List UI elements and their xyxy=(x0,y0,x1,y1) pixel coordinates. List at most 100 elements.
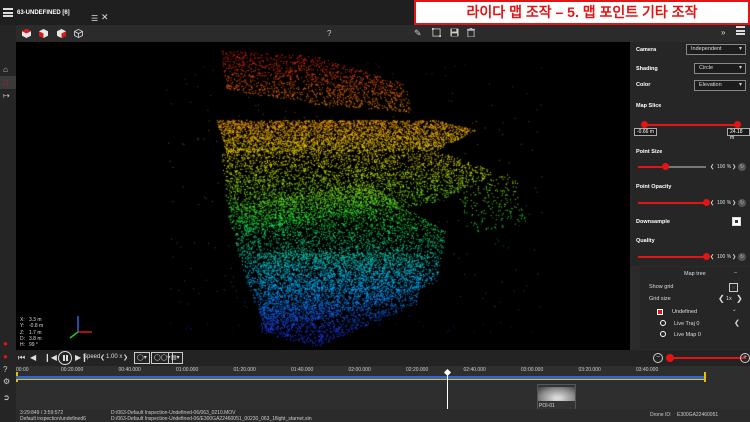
map-slice-max-handle[interactable] xyxy=(734,121,741,128)
timeline-tick-label: 01:40.000 xyxy=(291,367,314,373)
grid-size-label: Grid size xyxy=(649,296,671,302)
logout-icon[interactable]: ➲ xyxy=(3,393,10,402)
tree-item-undefined[interactable]: Undefined xyxy=(672,309,697,315)
gear-icon[interactable]: ⚙ xyxy=(3,377,10,386)
grid-size-value: 1x xyxy=(726,296,732,302)
point-opacity-arrow-right[interactable]: ❯ xyxy=(732,200,736,206)
undefined-layer-icon[interactable] xyxy=(657,309,663,315)
quality-label: Quality xyxy=(636,238,655,244)
color-select[interactable]: Elevation xyxy=(694,80,746,91)
camera-select[interactable]: Independent xyxy=(686,44,746,55)
point-cloud-viewport[interactable]: X: 3.3 m Y: -0.8 m Z: 1.7 m D: 3.8 m H: 99 ° xyxy=(16,42,630,350)
cursor-coordinates: X: 3.3 m Y: -0.8 m Z: 1.7 m D: 3.8 m H: 99 ° xyxy=(20,317,43,348)
point-opacity-arrow-left[interactable]: ❮ xyxy=(710,200,714,206)
save-icon[interactable] xyxy=(450,28,459,37)
axis-gizmo-icon xyxy=(69,316,92,339)
help-icon[interactable]: ? xyxy=(327,29,331,38)
timeline-tick-label: 02:40.000 xyxy=(463,367,486,373)
map-tree-collapse-icon[interactable]: – xyxy=(734,270,737,276)
playhead[interactable] xyxy=(447,372,448,412)
point-size-arrow-right[interactable]: ❯ xyxy=(732,164,736,170)
step-back-frame-icon[interactable]: ❙◀ xyxy=(44,353,57,362)
pencil-icon[interactable]: ✎ xyxy=(414,28,422,39)
coord-value: 99 ° xyxy=(29,342,38,349)
live-map-toggle-icon[interactable] xyxy=(660,331,666,337)
point-opacity-label: Point Opacity xyxy=(636,184,672,190)
tree-item-live-traj-arrow-icon[interactable]: ❮ xyxy=(734,319,740,327)
shading-select[interactable]: Circle xyxy=(694,63,746,74)
cube-front-view-icon[interactable] xyxy=(39,29,48,38)
show-grid-label: Show grid xyxy=(649,284,674,290)
panel-menu-icon[interactable] xyxy=(736,26,745,35)
map-slice-max-value[interactable]: 24.18 m xyxy=(727,128,750,141)
crop-icon[interactable] xyxy=(432,28,441,37)
quality-handle[interactable] xyxy=(702,253,710,260)
home-icon[interactable]: ⌂ xyxy=(3,65,8,74)
status-bar: 3:29:849 / 3:59:572 Default inspection/u… xyxy=(16,409,750,422)
timeline-tick-label: 03:20.000 xyxy=(578,367,601,373)
trash-icon[interactable] xyxy=(467,28,475,37)
timeline-tick-label: 02:00.000 xyxy=(348,367,371,373)
tree-icon[interactable]: ↦ xyxy=(3,91,10,100)
alert-icon[interactable]: ● xyxy=(3,352,8,361)
list-icon[interactable]: ☰ xyxy=(91,14,98,23)
point-opacity-handle[interactable] xyxy=(702,199,710,206)
map-slice-min-handle[interactable] xyxy=(641,121,648,128)
speed-increase-icon[interactable]: ❯ xyxy=(123,354,128,361)
cube-top-view-icon[interactable] xyxy=(22,29,31,38)
grid-size-right-arrow[interactable]: ❯ xyxy=(736,294,743,303)
cube-side-view-icon[interactable] xyxy=(57,29,66,38)
tree-item-live-map[interactable]: Live Map 0 xyxy=(674,332,701,338)
point-opacity-value: 100 % xyxy=(717,200,732,206)
shading-label: Shading xyxy=(636,66,658,72)
show-grid-checkbox[interactable] xyxy=(729,283,738,292)
downsample-checkbox[interactable] xyxy=(732,217,741,226)
downsample-label: Downsample xyxy=(636,219,670,225)
point-size-value: 100 % xyxy=(717,164,732,170)
playback-bar: ⏮ ◀ ❙◀ ▶❙ Speed ❮ 1.00 x ❯ ◯▾ ◯◯▾ ▤▾ − + xyxy=(16,350,750,366)
help-circle-icon[interactable]: ? xyxy=(3,365,7,374)
zoom-handle[interactable] xyxy=(666,354,674,362)
document-filter-button[interactable]: ▤▾ xyxy=(168,352,183,364)
speed-decrease-icon[interactable]: ❮ xyxy=(100,354,105,361)
map-tree-panel: Map tree – Show grid Grid size ❮ 1x ❯ Un… xyxy=(640,267,750,349)
point-size-handle[interactable] xyxy=(661,163,669,170)
document-icon[interactable]: □ xyxy=(3,78,8,87)
map-slice-min-value[interactable]: -0.66 m xyxy=(634,128,657,136)
quality-arrow-left[interactable]: ❮ xyxy=(710,254,714,260)
pause-button[interactable] xyxy=(58,351,72,365)
point-opacity-reset-icon[interactable]: ↻ xyxy=(738,199,746,207)
top-bar: 63-UNDEFINED [6] ☰ ✕ 라이다 맵 조작 – 5. 맵 포인트… xyxy=(0,0,750,25)
drone-id-label: Drone ID: xyxy=(650,412,672,418)
step-back-icon[interactable]: ◀ xyxy=(30,353,36,362)
pin-filter-button[interactable]: ◯▾ xyxy=(134,352,150,364)
timeline-tick-label: 03:00.000 xyxy=(521,367,544,373)
record-icon[interactable]: ● xyxy=(3,339,8,348)
speed-value: 1.00 x xyxy=(106,354,123,360)
quality-reset-icon[interactable]: ↻ xyxy=(738,253,746,261)
live-traj-toggle-icon[interactable] xyxy=(660,320,666,326)
timeline-tick-label: 03:40.000 xyxy=(636,367,659,373)
zoom-in-icon[interactable]: + xyxy=(740,353,750,363)
point-size-arrow-left[interactable]: ❮ xyxy=(710,164,714,170)
map-slice-track xyxy=(644,124,738,126)
tree-item-live-traj[interactable]: Live Traj 0 xyxy=(674,321,699,327)
track-end-marker[interactable] xyxy=(704,372,706,382)
tree-item-undefined-expand-icon[interactable]: ⌄ xyxy=(732,307,737,313)
timeline-ruler: 00:00 00:20.000 00:40.000 01:00.000 01:20.00… xyxy=(16,366,750,375)
menu-icon[interactable] xyxy=(3,8,13,17)
skip-start-icon[interactable]: ⏮ xyxy=(18,353,25,363)
zoom-out-icon[interactable]: − xyxy=(653,353,663,363)
collapse-panel-icon[interactable]: » xyxy=(721,28,725,37)
point-size-reset-icon[interactable]: ↻ xyxy=(738,163,746,171)
point-opacity-fill xyxy=(638,202,706,204)
drone-id-value: E300GA22460051 xyxy=(677,412,719,418)
close-icon[interactable]: ✕ xyxy=(101,12,109,23)
point-cloud xyxy=(16,42,630,350)
cube-wire-icon[interactable] xyxy=(74,29,83,38)
video-clip[interactable]: POI-01 xyxy=(537,384,576,410)
grid-size-left-arrow[interactable]: ❮ xyxy=(718,294,725,303)
inspection-name: Default inspection/undefined6 xyxy=(20,416,86,422)
quality-arrow-right[interactable]: ❯ xyxy=(732,254,736,260)
timeline[interactable]: 00:00 00:20.000 00:40.000 01:00.000 01:20.00… xyxy=(16,366,750,412)
